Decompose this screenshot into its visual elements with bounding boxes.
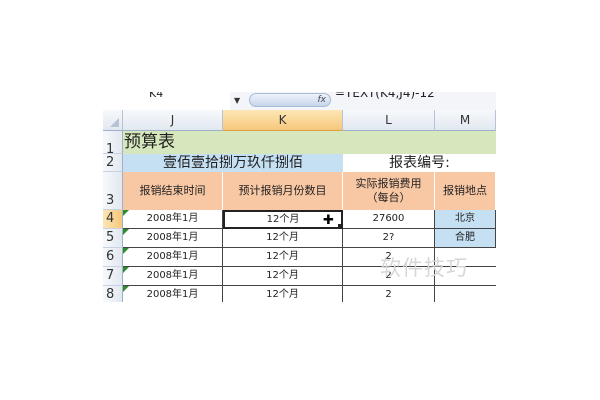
select-all-corner[interactable]	[103, 110, 123, 131]
cell-k4-active[interactable]: 12个月 ✚	[223, 210, 343, 229]
cell-m5[interactable]: 合肥	[435, 229, 496, 248]
cell-k5[interactable]: 12个月	[223, 229, 343, 248]
cell-l5[interactable]: 2?	[343, 229, 435, 248]
insert-function-button[interactable]: fx	[249, 93, 331, 107]
cell-j7[interactable]: 2008年1月	[123, 267, 223, 286]
row-header-1[interactable]: 1	[103, 131, 123, 157]
name-box[interactable]: K4	[103, 92, 230, 111]
cell-k6[interactable]: 12个月	[223, 248, 343, 267]
row-header-2[interactable]: 2	[103, 154, 123, 172]
column-header-k[interactable]: K	[223, 110, 343, 131]
cell-k7[interactable]: 12个月	[223, 267, 343, 286]
row-header-4[interactable]: 4	[103, 210, 123, 229]
cell-j6[interactable]: 2008年1月	[123, 248, 223, 267]
watermark-text: 软件技巧	[380, 256, 468, 280]
cell-select-cursor-icon: ✚	[323, 213, 334, 228]
amount-in-words[interactable]: 壹佰壹拾捌万玖仟捌佰	[123, 154, 343, 172]
header-location[interactable]: 报销地点	[435, 172, 496, 210]
formula-bar: K4 ▼ fx =TEXT(K4,J4)-12	[103, 92, 496, 111]
cell-l4[interactable]: 27600	[343, 210, 435, 229]
header-actual-cost[interactable]: 实际报销费用 （每台）	[343, 172, 435, 210]
header-end-time[interactable]: 报销结束时间	[123, 172, 223, 210]
report-number-label[interactable]: 报表编号:	[343, 154, 496, 172]
row-header-7[interactable]: 7	[103, 267, 123, 286]
cell-m8[interactable]	[435, 286, 496, 302]
cell-j8[interactable]: 2008年1月	[123, 286, 223, 302]
cell-j4[interactable]: 2008年1月	[123, 210, 223, 229]
cell-m4[interactable]: 北京	[435, 210, 496, 229]
cell-k8[interactable]: 12个月	[223, 286, 343, 302]
column-header-j[interactable]: J	[123, 110, 223, 131]
name-box-dropdown-icon[interactable]: ▼	[234, 96, 240, 105]
header-months[interactable]: 预计报销月份数目	[223, 172, 343, 210]
sheet-title[interactable]: 预算表	[123, 131, 496, 154]
column-header-l[interactable]: L	[343, 110, 435, 131]
cell-l8[interactable]: 2	[343, 286, 435, 302]
cell-j5[interactable]: 2008年1月	[123, 229, 223, 248]
row-header-8[interactable]: 8	[103, 286, 123, 302]
formula-input[interactable]: =TEXT(K4,J4)-12	[335, 92, 435, 100]
column-header-m[interactable]: M	[435, 110, 496, 131]
row-header-6[interactable]: 6	[103, 248, 123, 267]
row-header-3[interactable]: 3	[103, 172, 123, 210]
row-header-5[interactable]: 5	[103, 229, 123, 248]
